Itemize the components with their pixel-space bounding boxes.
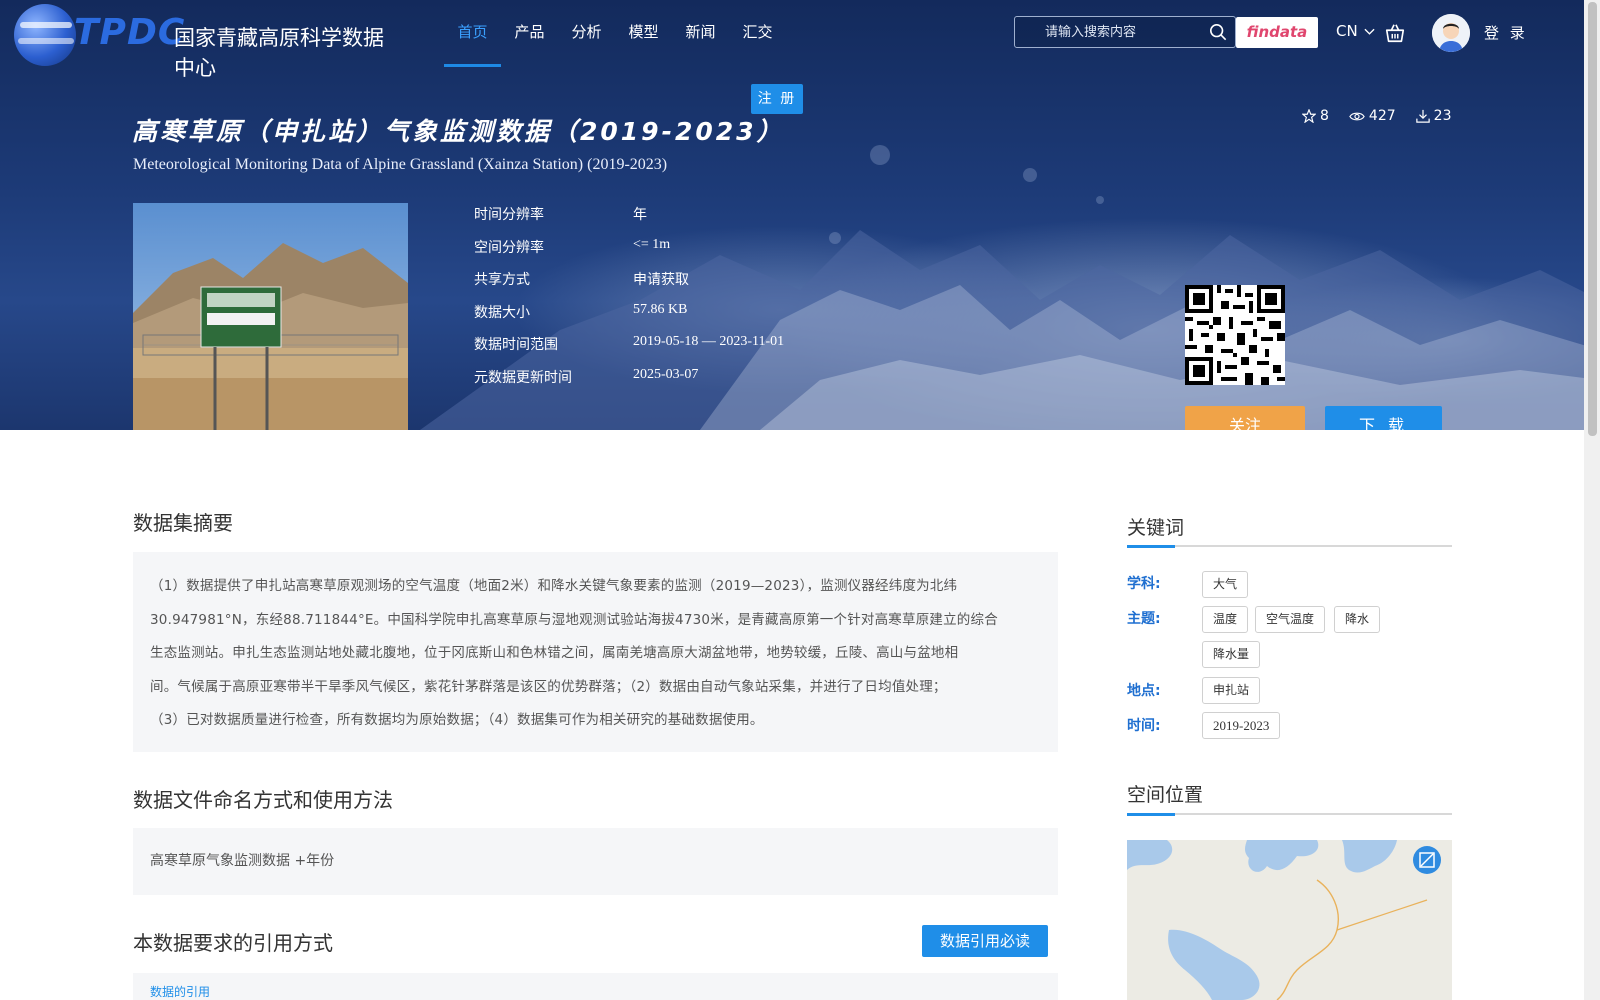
stars-count: 8 <box>1320 108 1329 124</box>
abstract-box: （1）数据提供了申扎站高寒草原观测场的空气温度（地面2米）和降水关键气象要素的监… <box>133 552 1058 752</box>
meta-label: 元数据更新时间 <box>474 369 572 386</box>
meta-value: 年 <box>633 208 647 223</box>
globe-logo-icon <box>14 4 76 66</box>
findata-button[interactable]: findata <box>1236 17 1318 48</box>
nav-news[interactable]: 新闻 <box>672 0 729 67</box>
eye-icon <box>1349 112 1365 120</box>
abstract-line: 30.947981°N，东经88.711844°E。中国科学院申扎高寒草原与湿地… <box>150 611 998 628</box>
meta-value: 2025-03-07 <box>633 366 699 382</box>
keyword-label-time: 时间: <box>1127 718 1161 734</box>
keyword-label-theme: 主题: <box>1127 611 1161 627</box>
citation-link[interactable]: 数据的引用 <box>150 983 210 1000</box>
language-switch[interactable]: CN <box>1336 22 1376 40</box>
keywords-heading: 关键词 <box>1127 517 1185 539</box>
keyword-tag[interactable]: 大气 <box>1202 571 1249 598</box>
logo-site-name: 国家青藏高原科学数据中心 <box>174 26 384 80</box>
keyword-label-subject: 学科: <box>1127 576 1161 592</box>
dataset-title-cn: 高寒草原（申扎站）气象监测数据（2019-2023） <box>132 117 785 146</box>
meta-label: 数据大小 <box>474 304 530 321</box>
location-divider <box>1127 813 1452 816</box>
citation-required-button[interactable]: 数据引用必读 <box>922 925 1048 957</box>
download-icon <box>1415 109 1430 123</box>
keyword-tag[interactable]: 2019-2023 <box>1202 712 1281 739</box>
abstract-line: 间。气候属于高原亚寒带半干旱季风气候区，紫花针茅群落是该区的优势群落；（2）数据… <box>150 678 947 695</box>
qr-code <box>1185 285 1285 385</box>
chevron-down-icon <box>1364 28 1376 35</box>
stars-stat[interactable]: 8 <box>1302 108 1329 124</box>
meta-label: 时间分辨率 <box>474 207 544 223</box>
basket-icon[interactable] <box>1384 22 1406 44</box>
meta-label: 共享方式 <box>474 272 530 288</box>
naming-text: 高寒草原气象监测数据 +年份 <box>150 853 335 869</box>
views-stat: 427 <box>1349 108 1396 124</box>
scrollbar-thumb[interactable] <box>1588 2 1597 436</box>
meta-value: 2019-05-18 — 2023-11-01 <box>633 334 785 349</box>
meta-value: 57.86 KB <box>633 301 688 317</box>
citation-heading: 本数据要求的引用方式 <box>133 931 333 955</box>
downloads-count: 23 <box>1433 108 1452 124</box>
follow-button[interactable]: 关注 <box>1185 406 1305 430</box>
user-avatar-icon <box>1432 14 1470 52</box>
map-graphic <box>1127 840 1452 1000</box>
keyword-tag[interactable]: 空气温度 <box>1255 606 1326 633</box>
hero-banner: TPDC 国家青藏高原科学数据中心 首页 产品 分析 模型 新闻 汇交 find… <box>0 0 1600 430</box>
abstract-line: 生态监测站。申扎生态监测站地处藏北腹地，位于冈底斯山和色林错之间，属南羌塘高原大… <box>150 645 959 661</box>
downloads-stat: 23 <box>1415 108 1452 124</box>
keyword-tag[interactable]: 降水量 <box>1202 641 1261 668</box>
abstract-heading: 数据集摘要 <box>133 511 233 535</box>
main-nav: 首页 产品 分析 模型 新闻 汇交 <box>444 0 786 67</box>
dataset-cover-image <box>133 203 408 430</box>
logo-tpdc-text: TPDC <box>74 12 186 53</box>
citation-box: 数据的引用 <box>133 973 1058 1000</box>
abstract-text: （1）数据提供了申扎站高寒草原观测场的空气温度（地面2米）和降水关键气象要素的监… <box>150 570 1040 738</box>
meta-value: 申请获取 <box>633 273 689 288</box>
location-map[interactable] <box>1127 840 1452 1000</box>
search-box <box>1014 16 1236 48</box>
nav-submit[interactable]: 汇交 <box>729 0 786 67</box>
page-scrollbar[interactable] <box>1584 0 1600 1000</box>
keyword-tag[interactable]: 温度 <box>1202 606 1249 633</box>
keyword-tag[interactable]: 申扎站 <box>1202 677 1261 704</box>
abstract-line: （1）数据提供了申扎站高寒草原观测场的空气温度（地面2米）和降水关键气象要素的监… <box>150 578 958 594</box>
views-count: 427 <box>1368 108 1396 124</box>
keywords-divider <box>1127 545 1452 548</box>
abstract-line: （3）已对数据质量进行检查，所有数据均为原始数据；（4）数据集可作为相关研究的基… <box>150 712 764 728</box>
nav-analysis[interactable]: 分析 <box>558 0 615 67</box>
keyword-label-place: 地点: <box>1127 683 1161 699</box>
register-button[interactable]: 注 册 <box>751 84 803 114</box>
keyword-tag[interactable]: 降水 <box>1334 606 1381 633</box>
location-heading: 空间位置 <box>1127 784 1204 806</box>
site-logo[interactable]: TPDC 国家青藏高原科学数据中心 <box>14 4 394 80</box>
language-label: CN <box>1336 22 1358 40</box>
top-navigation-bar: TPDC 国家青藏高原科学数据中心 首页 产品 分析 模型 新闻 汇交 find… <box>0 0 1600 80</box>
search-input[interactable] <box>1015 17 1205 47</box>
meta-value: <= 1m <box>633 236 671 252</box>
naming-box: 高寒草原气象监测数据 +年份 <box>133 828 1058 895</box>
nav-products[interactable]: 产品 <box>501 0 558 67</box>
meta-label: 空间分辨率 <box>474 239 544 256</box>
meta-label: 数据时间范围 <box>474 337 558 353</box>
nav-home[interactable]: 首页 <box>444 0 501 67</box>
naming-heading: 数据文件命名方式和使用方法 <box>133 788 393 812</box>
login-link[interactable]: 登 录 <box>1484 22 1528 43</box>
star-icon <box>1302 109 1316 123</box>
nav-models[interactable]: 模型 <box>615 0 672 67</box>
download-button[interactable]: 下 载 <box>1325 406 1442 430</box>
search-icon[interactable] <box>1209 23 1227 41</box>
dataset-stats: 8 427 23 <box>1302 108 1471 124</box>
dataset-title-en: Meteorological Monitoring Data of Alpine… <box>133 156 668 173</box>
user-avatar[interactable] <box>1432 14 1470 52</box>
